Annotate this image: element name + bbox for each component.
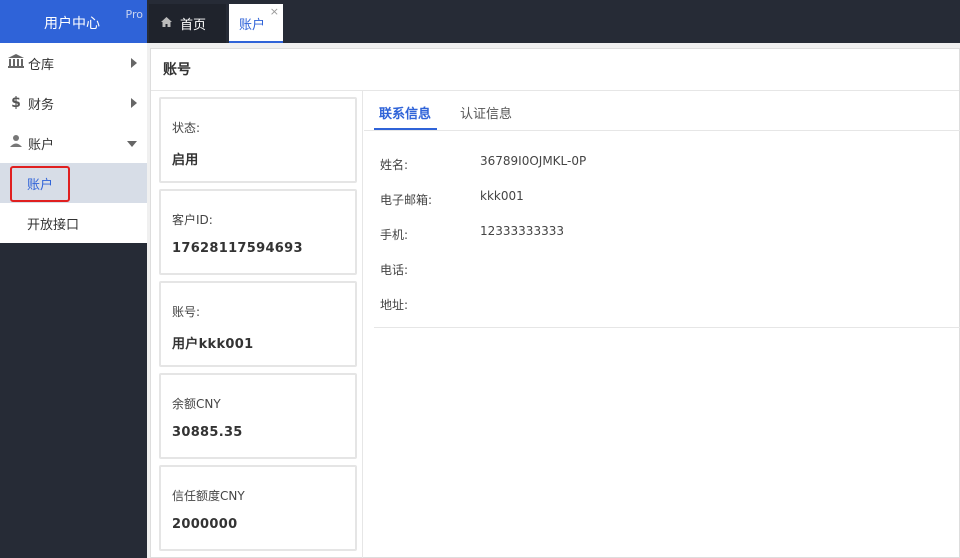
active-tab-indicator — [374, 128, 437, 130]
active-tab-indicator — [229, 41, 283, 43]
card-label: 账号: — [172, 305, 201, 319]
mobile-value: 12333333333 — [480, 224, 564, 238]
chevron-right-icon — [131, 58, 137, 68]
sidebar: 用户中心 Pro 仓库 $ 财务 账户 账户 开放接口 — [0, 0, 147, 558]
credit-limit-card: 信任额度CNY 2000000 — [159, 465, 357, 551]
chevron-down-icon — [127, 141, 137, 147]
sidebar-item-account[interactable]: 账户 — [0, 123, 147, 163]
tab-contact-info[interactable]: 联系信息 — [379, 103, 431, 122]
tab-home[interactable]: 首页 — [149, 4, 226, 43]
user-icon — [7, 134, 25, 152]
tab-bar: 首页 账户 × — [147, 0, 960, 43]
balance-card: 余额CNY 30885.35 — [159, 373, 357, 459]
status-card: 状态: 启用 — [159, 97, 357, 183]
account-card: 账号: 用户kkk001 — [159, 281, 357, 367]
close-icon[interactable]: × — [270, 5, 279, 18]
sidebar-item-warehouse[interactable]: 仓库 — [0, 43, 147, 83]
card-value: 30885.35 — [172, 425, 243, 440]
sidebar-item-finance[interactable]: $ 财务 — [0, 83, 147, 123]
main-panel: 账号 状态: 启用 客户ID: 17628117594693 账号: 用户kkk… — [150, 48, 960, 558]
name-label: 姓名: — [380, 158, 409, 172]
home-icon — [161, 17, 172, 30]
sidebar-subitem-account[interactable]: 账户 — [0, 163, 147, 203]
contact-info: 姓名: 36789I0OJMKL-0P 电子邮箱: kkk001 手机: 123… — [374, 131, 960, 328]
sidebar-item-label: 仓库 — [28, 57, 55, 73]
card-label: 客户ID: — [172, 213, 213, 227]
card-value: 启用 — [172, 153, 199, 168]
sidebar-subitem-label: 开放接口 — [27, 217, 80, 233]
card-value: 2000000 — [172, 517, 238, 532]
brand-header: 用户中心 Pro — [0, 0, 147, 43]
card-value: 用户kkk001 — [172, 337, 254, 352]
detail-tabs: 联系信息 认证信息 — [364, 91, 960, 131]
bank-icon — [7, 53, 25, 73]
email-value: kkk001 — [480, 189, 524, 203]
tab-label: 账户 — [239, 18, 266, 33]
detail-panel: 联系信息 认证信息 姓名: 36789I0OJMKL-0P 电子邮箱: kkk0… — [364, 91, 960, 558]
pro-badge: Pro — [125, 8, 143, 21]
tab-verification-info[interactable]: 认证信息 — [460, 103, 512, 122]
app-title: 用户中心 — [44, 16, 100, 32]
page-title: 账号 — [151, 49, 959, 91]
sidebar-menu: 仓库 $ 财务 账户 账户 开放接口 — [0, 43, 147, 243]
tab-account[interactable]: 账户 × — [229, 4, 283, 43]
card-label: 信任额度CNY — [172, 489, 245, 503]
card-label: 状态: — [172, 121, 201, 135]
dollar-icon: $ — [11, 95, 21, 111]
card-label: 余额CNY — [172, 397, 221, 411]
highlight-box — [10, 166, 70, 202]
customer-id-card: 客户ID: 17628117594693 — [159, 189, 357, 275]
tab-label: 首页 — [180, 18, 207, 33]
summary-cards: 状态: 启用 客户ID: 17628117594693 账号: 用户kkk001… — [151, 91, 363, 558]
chevron-right-icon — [131, 98, 137, 108]
phone-label: 电话: — [380, 263, 409, 277]
sidebar-subitem-open-api[interactable]: 开放接口 — [0, 203, 147, 243]
name-value: 36789I0OJMKL-0P — [480, 154, 587, 168]
email-label: 电子邮箱: — [380, 193, 433, 207]
address-label: 地址: — [380, 298, 409, 312]
card-value: 17628117594693 — [172, 241, 303, 256]
sidebar-item-label: 账户 — [28, 137, 55, 153]
mobile-label: 手机: — [380, 228, 409, 242]
sidebar-item-label: 财务 — [28, 97, 55, 113]
